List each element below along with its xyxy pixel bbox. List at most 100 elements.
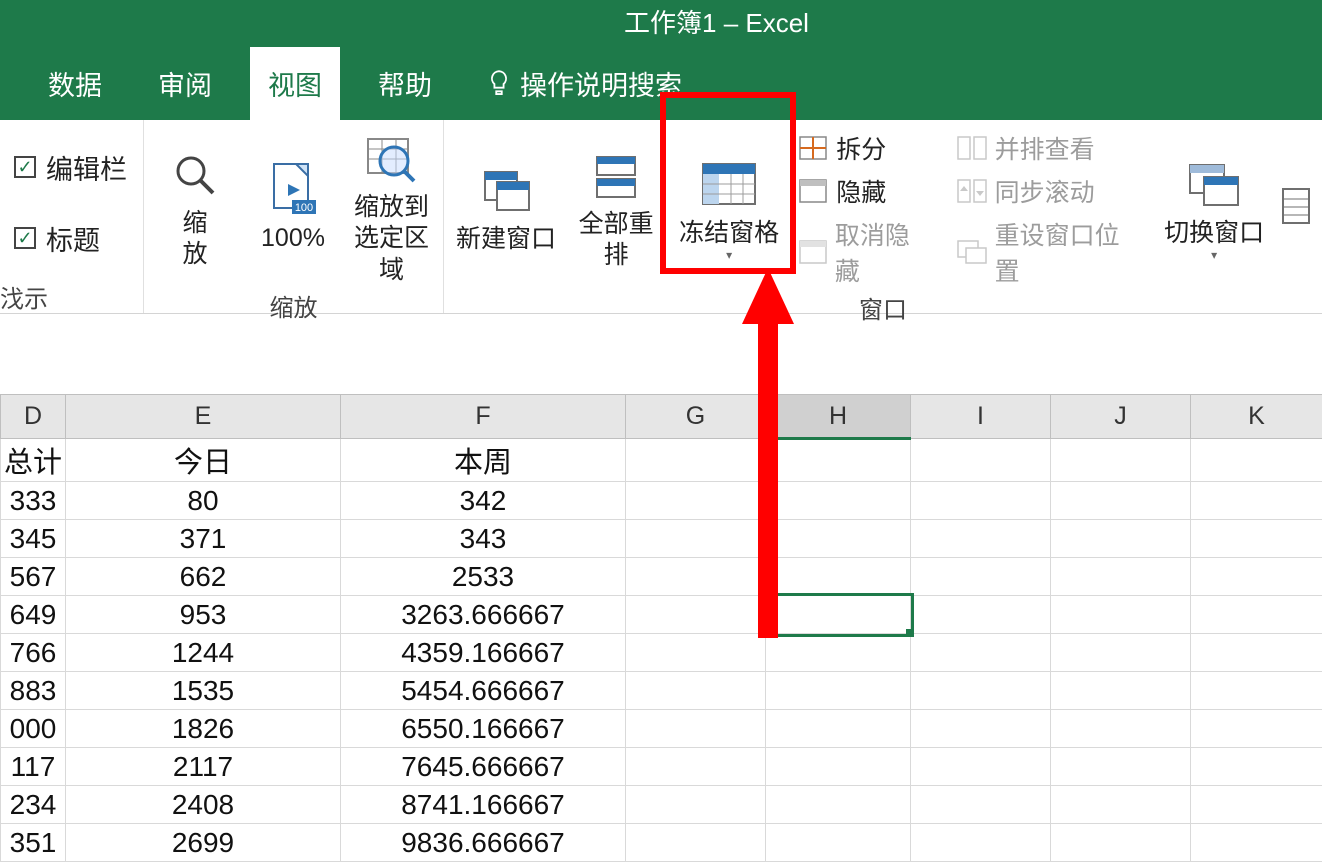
cell[interactable] <box>766 786 911 824</box>
table-row[interactable]: 11721177645.666667 <box>1 748 1322 786</box>
cell[interactable] <box>1051 748 1191 786</box>
cell[interactable]: 649 <box>1 596 66 634</box>
cell[interactable]: 2699 <box>66 824 341 862</box>
cell[interactable] <box>766 596 911 634</box>
cell[interactable]: 766 <box>1 634 66 672</box>
cell[interactable]: 343 <box>341 520 626 558</box>
cell[interactable] <box>1191 634 1322 672</box>
cell[interactable] <box>766 748 911 786</box>
cell[interactable] <box>626 596 766 634</box>
cell[interactable]: 1826 <box>66 710 341 748</box>
cell[interactable] <box>911 482 1051 520</box>
column-header-E[interactable]: E <box>66 395 341 439</box>
cell[interactable]: 1244 <box>66 634 341 672</box>
cell[interactable] <box>766 824 911 862</box>
cell[interactable] <box>911 786 1051 824</box>
tab-help[interactable]: 帮助 <box>360 47 450 120</box>
cell[interactable] <box>626 482 766 520</box>
cell[interactable] <box>911 634 1051 672</box>
cell[interactable] <box>1051 439 1191 482</box>
cell[interactable] <box>1051 672 1191 710</box>
cell[interactable]: 117 <box>1 748 66 786</box>
cell[interactable] <box>626 634 766 672</box>
cell[interactable] <box>766 710 911 748</box>
cell[interactable] <box>626 748 766 786</box>
cell[interactable]: 4359.166667 <box>341 634 626 672</box>
cell[interactable] <box>1051 786 1191 824</box>
cell[interactable] <box>1051 596 1191 634</box>
macros-partial-button[interactable] <box>1275 174 1316 242</box>
spreadsheet[interactable]: DEFGHIJK总计今日本周33380342345371343567662253… <box>0 394 1322 862</box>
cell[interactable] <box>1051 824 1191 862</box>
cell[interactable] <box>1051 634 1191 672</box>
table-row[interactable]: 345371343 <box>1 520 1322 558</box>
column-header-K[interactable]: K <box>1191 395 1322 439</box>
cell[interactable] <box>626 710 766 748</box>
cell[interactable] <box>1191 786 1322 824</box>
new-window-button[interactable]: 新建窗口 <box>450 158 562 257</box>
table-row[interactable]: 35126999836.666667 <box>1 824 1322 862</box>
table-row[interactable]: 76612444359.166667 <box>1 634 1322 672</box>
cell[interactable] <box>1191 672 1322 710</box>
cell[interactable]: 2117 <box>66 748 341 786</box>
cell[interactable] <box>1051 482 1191 520</box>
column-header-D[interactable]: D <box>1 395 66 439</box>
cell[interactable] <box>766 672 911 710</box>
cell[interactable] <box>911 710 1051 748</box>
cell[interactable]: 234 <box>1 786 66 824</box>
cell[interactable]: 333 <box>1 482 66 520</box>
cell[interactable]: 1535 <box>66 672 341 710</box>
cell[interactable] <box>1051 520 1191 558</box>
cell[interactable] <box>626 672 766 710</box>
cell[interactable] <box>1191 558 1322 596</box>
cell[interactable] <box>1191 748 1322 786</box>
cell[interactable] <box>766 634 911 672</box>
cell[interactable]: 5454.666667 <box>341 672 626 710</box>
table-row[interactable]: 00018266550.166667 <box>1 710 1322 748</box>
cell[interactable] <box>1191 520 1322 558</box>
split-button[interactable]: 拆分 <box>794 128 934 168</box>
cell[interactable] <box>1191 439 1322 482</box>
cell[interactable] <box>766 482 911 520</box>
switch-windows-button[interactable]: 切换窗口 ▾ <box>1153 152 1275 263</box>
cell[interactable]: 8741.166667 <box>341 786 626 824</box>
cell[interactable]: 2533 <box>341 558 626 596</box>
cell[interactable]: 000 <box>1 710 66 748</box>
cell[interactable]: 567 <box>1 558 66 596</box>
cell[interactable] <box>1191 596 1322 634</box>
column-header-I[interactable]: I <box>911 395 1051 439</box>
cell[interactable]: 2408 <box>66 786 341 824</box>
cell[interactable] <box>626 520 766 558</box>
cell[interactable]: 883 <box>1 672 66 710</box>
zoom-100-button[interactable]: 100 100% <box>248 157 338 256</box>
cell[interactable]: 总计 <box>1 439 66 482</box>
cell[interactable]: 80 <box>66 482 341 520</box>
column-header-F[interactable]: F <box>341 395 626 439</box>
cell[interactable]: 351 <box>1 824 66 862</box>
tell-me-search[interactable]: 操作说明搜索 <box>470 47 700 120</box>
tab-data[interactable]: 数据 <box>30 47 120 120</box>
cell[interactable]: 本周 <box>341 439 626 482</box>
cell[interactable] <box>911 596 1051 634</box>
cell[interactable] <box>626 824 766 862</box>
cell[interactable] <box>1191 824 1322 862</box>
column-header-H[interactable]: H <box>766 395 911 439</box>
freeze-panes-button[interactable]: 冻结窗格 ▾ <box>670 152 788 263</box>
cell[interactable] <box>766 520 911 558</box>
cell[interactable] <box>911 824 1051 862</box>
cell[interactable] <box>911 439 1051 482</box>
tab-review[interactable]: 审阅 <box>140 47 230 120</box>
cell[interactable] <box>911 558 1051 596</box>
table-row[interactable]: 23424088741.166667 <box>1 786 1322 824</box>
arrange-all-button[interactable]: 全部重排 <box>562 143 670 274</box>
table-row[interactable]: 33380342 <box>1 482 1322 520</box>
cell[interactable] <box>766 558 911 596</box>
cell[interactable]: 953 <box>66 596 341 634</box>
cell[interactable] <box>911 672 1051 710</box>
table-row[interactable]: 88315355454.666667 <box>1 672 1322 710</box>
checkbox-headings[interactable]: ✓ 标题 <box>12 213 102 264</box>
cell[interactable] <box>1051 710 1191 748</box>
cell[interactable]: 345 <box>1 520 66 558</box>
cell[interactable] <box>766 439 911 482</box>
cell[interactable]: 371 <box>66 520 341 558</box>
